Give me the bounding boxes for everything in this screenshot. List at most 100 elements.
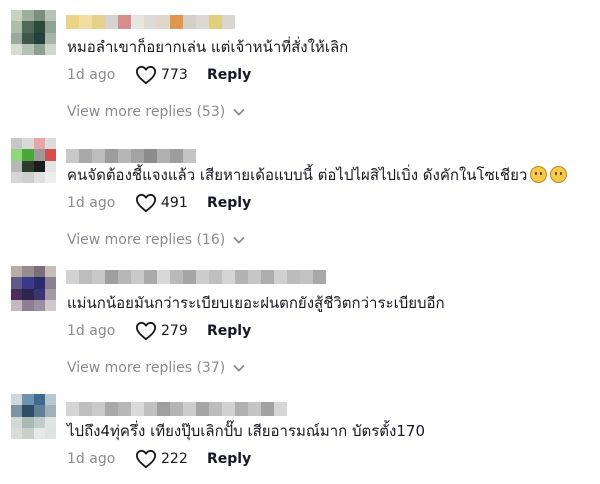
avatar-pixel — [22, 277, 34, 289]
avatar-pixel — [22, 160, 34, 172]
username-pixel — [274, 270, 287, 284]
username-pixel — [92, 402, 105, 416]
avatar[interactable] — [11, 10, 56, 55]
username-pixel — [209, 270, 222, 284]
avatar-pixel — [11, 160, 23, 172]
like-button[interactable]: 222 — [135, 449, 207, 469]
face-emoji-icon — [530, 166, 548, 183]
username-pixel — [79, 402, 92, 416]
username-pixel — [79, 149, 92, 163]
view-more-replies-label: View more replies (37) — [67, 360, 226, 376]
like-button[interactable]: 491 — [135, 193, 207, 213]
username-pixel — [287, 270, 300, 284]
avatar-pixel — [33, 299, 45, 311]
avatar-pixel — [22, 21, 34, 33]
avatar-pixel — [22, 405, 34, 417]
username-pixel — [183, 402, 196, 416]
username-pixel — [157, 149, 170, 163]
chevron-down-icon — [233, 236, 245, 244]
avatar-pixel — [33, 427, 45, 439]
username-pixel — [196, 15, 209, 29]
view-more-replies-label: View more replies (53) — [67, 104, 226, 120]
username-pixel — [235, 402, 248, 416]
avatar-pixel — [22, 32, 34, 44]
avatar-pixel — [44, 266, 56, 278]
avatar-pixel — [11, 266, 23, 278]
like-count: 773 — [161, 67, 188, 83]
avatar-pixel — [44, 394, 56, 406]
avatar-pixel — [11, 277, 23, 289]
avatar-pixel — [11, 288, 23, 300]
avatar-pixel — [33, 10, 45, 22]
avatar-pixel — [33, 288, 45, 300]
heart-icon — [136, 449, 156, 469]
username-pixel — [131, 270, 144, 284]
reply-button[interactable]: Reply — [207, 323, 251, 339]
username-blurred[interactable] — [66, 15, 235, 29]
avatar-pixel — [44, 416, 56, 428]
avatar-pixel — [33, 21, 45, 33]
username-pixel — [66, 149, 79, 163]
avatar-pixel — [22, 149, 34, 161]
comment-text-content: คนจัดต้องชี้แจงแล้ว เสียหายเด้อแบบนี้ ต่… — [67, 166, 528, 184]
avatar-pixel — [33, 32, 45, 44]
username-pixel — [222, 15, 235, 29]
comment-text: คนจัดต้องชี้แจงแล้ว เสียหายเด้อแบบนี้ ต่… — [67, 165, 568, 185]
avatar-pixel — [44, 288, 56, 300]
username-pixel — [235, 270, 248, 284]
avatar-pixel — [44, 138, 56, 150]
username-pixel — [105, 15, 118, 29]
avatar-pixel — [11, 32, 23, 44]
username-pixel — [157, 15, 170, 29]
reply-button[interactable]: Reply — [207, 195, 251, 211]
comment-time: 1d ago — [67, 323, 116, 339]
username-pixel — [105, 149, 118, 163]
avatar-pixel — [11, 10, 23, 22]
username-blurred[interactable] — [66, 270, 326, 284]
username-pixel — [118, 270, 131, 284]
view-more-replies[interactable]: View more replies (53) — [67, 102, 245, 122]
avatar[interactable] — [11, 394, 56, 439]
avatar-pixel — [22, 288, 34, 300]
avatar-pixel — [44, 43, 56, 55]
avatar[interactable] — [11, 266, 56, 311]
avatar-pixel — [44, 427, 56, 439]
avatar-pixel — [11, 427, 23, 439]
username-pixel — [144, 149, 157, 163]
reply-button[interactable]: Reply — [207, 451, 251, 467]
face-emoji-icon — [550, 166, 568, 183]
username-pixel — [170, 149, 183, 163]
like-count: 491 — [161, 195, 188, 211]
avatar-pixel — [44, 171, 56, 183]
username-blurred[interactable] — [66, 402, 287, 416]
username-pixel — [274, 402, 287, 416]
username-pixel — [157, 402, 170, 416]
avatar-pixel — [33, 171, 45, 183]
view-more-replies[interactable]: View more replies (16) — [67, 230, 245, 250]
username-pixel — [66, 402, 79, 416]
avatar-pixel — [11, 149, 23, 161]
username-pixel — [118, 402, 131, 416]
username-pixel — [118, 149, 131, 163]
avatar-pixel — [11, 416, 23, 428]
avatar-pixel — [44, 160, 56, 172]
avatar-pixel — [22, 266, 34, 278]
username-pixel — [261, 402, 274, 416]
view-more-replies[interactable]: View more replies (37) — [67, 358, 245, 378]
avatar-pixel — [44, 299, 56, 311]
username-pixel — [222, 402, 235, 416]
avatar[interactable] — [11, 138, 56, 183]
reply-button[interactable]: Reply — [207, 67, 251, 83]
avatar-pixel — [33, 266, 45, 278]
avatar-pixel — [33, 416, 45, 428]
like-button[interactable]: 279 — [135, 321, 207, 341]
username-pixel — [170, 270, 183, 284]
username-pixel — [92, 270, 105, 284]
username-pixel — [209, 402, 222, 416]
avatar-pixel — [33, 394, 45, 406]
like-button[interactable]: 773 — [135, 65, 207, 85]
username-pixel — [170, 402, 183, 416]
username-pixel — [196, 402, 209, 416]
like-count: 279 — [161, 323, 188, 339]
username-blurred[interactable] — [66, 149, 196, 163]
